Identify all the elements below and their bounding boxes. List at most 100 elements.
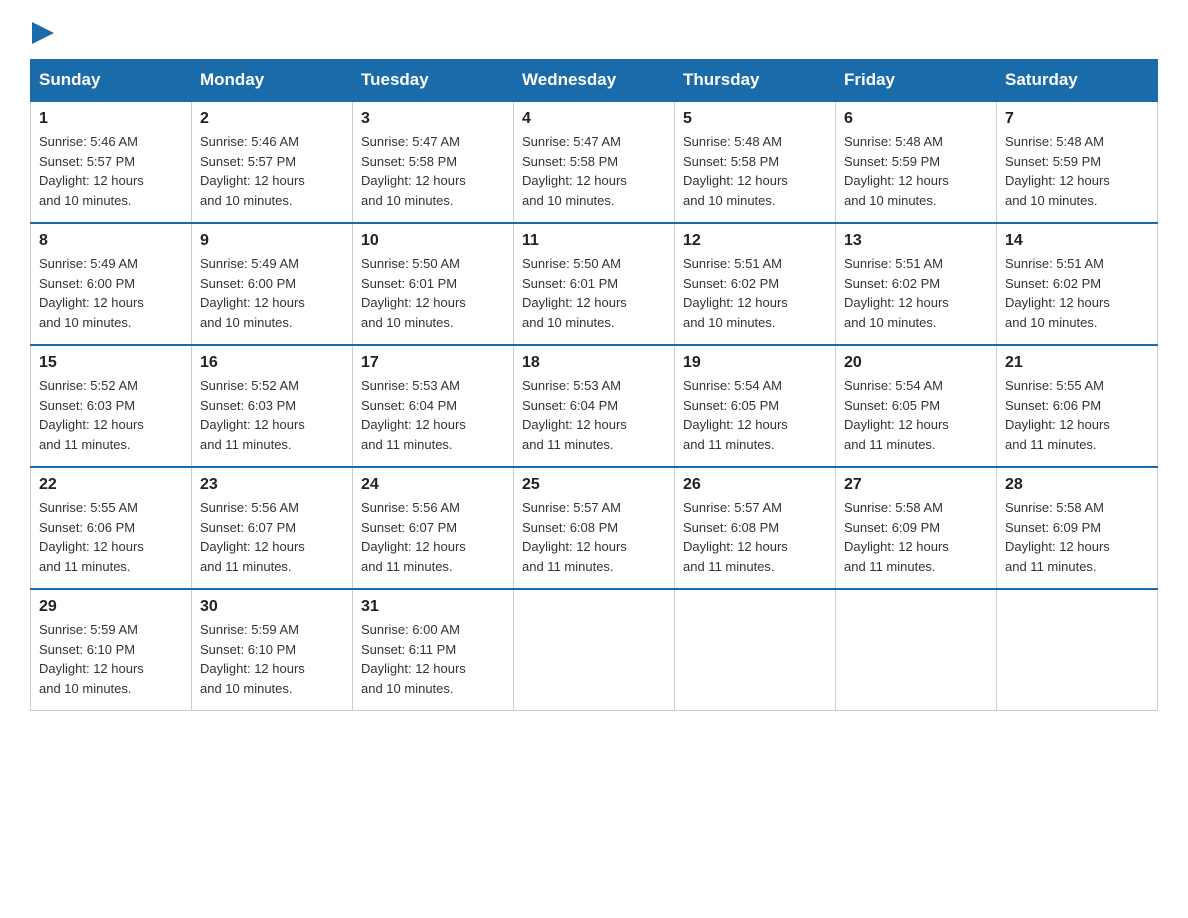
day-number: 3 — [361, 110, 505, 128]
calendar-cell: 5 Sunrise: 5:48 AM Sunset: 5:58 PM Dayli… — [675, 101, 836, 223]
day-number: 12 — [683, 232, 827, 250]
calendar-cell: 28 Sunrise: 5:58 AM Sunset: 6:09 PM Dayl… — [997, 467, 1158, 589]
calendar-cell: 29 Sunrise: 5:59 AM Sunset: 6:10 PM Dayl… — [31, 589, 192, 711]
day-info: Sunrise: 5:47 AM Sunset: 5:58 PM Dayligh… — [361, 132, 505, 210]
day-number: 28 — [1005, 476, 1149, 494]
day-number: 15 — [39, 354, 183, 372]
day-number: 18 — [522, 354, 666, 372]
day-number: 31 — [361, 598, 505, 616]
day-info: Sunrise: 5:49 AM Sunset: 6:00 PM Dayligh… — [200, 254, 344, 332]
day-info: Sunrise: 5:57 AM Sunset: 6:08 PM Dayligh… — [522, 498, 666, 576]
day-info: Sunrise: 5:57 AM Sunset: 6:08 PM Dayligh… — [683, 498, 827, 576]
calendar-week-row-2: 8 Sunrise: 5:49 AM Sunset: 6:00 PM Dayli… — [31, 223, 1158, 345]
calendar-cell — [836, 589, 997, 711]
day-info: Sunrise: 5:55 AM Sunset: 6:06 PM Dayligh… — [1005, 376, 1149, 454]
day-number: 4 — [522, 110, 666, 128]
day-number: 25 — [522, 476, 666, 494]
day-number: 1 — [39, 110, 183, 128]
day-info: Sunrise: 5:58 AM Sunset: 6:09 PM Dayligh… — [844, 498, 988, 576]
day-info: Sunrise: 5:56 AM Sunset: 6:07 PM Dayligh… — [361, 498, 505, 576]
day-number: 29 — [39, 598, 183, 616]
day-number: 9 — [200, 232, 344, 250]
calendar-header-tuesday: Tuesday — [353, 60, 514, 102]
day-info: Sunrise: 5:46 AM Sunset: 5:57 PM Dayligh… — [200, 132, 344, 210]
calendar-cell: 8 Sunrise: 5:49 AM Sunset: 6:00 PM Dayli… — [31, 223, 192, 345]
day-info: Sunrise: 5:55 AM Sunset: 6:06 PM Dayligh… — [39, 498, 183, 576]
calendar-cell: 20 Sunrise: 5:54 AM Sunset: 6:05 PM Dayl… — [836, 345, 997, 467]
day-info: Sunrise: 5:54 AM Sunset: 6:05 PM Dayligh… — [683, 376, 827, 454]
day-number: 13 — [844, 232, 988, 250]
calendar-cell: 4 Sunrise: 5:47 AM Sunset: 5:58 PM Dayli… — [514, 101, 675, 223]
calendar-cell: 27 Sunrise: 5:58 AM Sunset: 6:09 PM Dayl… — [836, 467, 997, 589]
calendar-table: SundayMondayTuesdayWednesdayThursdayFrid… — [30, 59, 1158, 711]
day-info: Sunrise: 5:53 AM Sunset: 6:04 PM Dayligh… — [522, 376, 666, 454]
day-number: 8 — [39, 232, 183, 250]
calendar-cell — [675, 589, 836, 711]
calendar-cell: 18 Sunrise: 5:53 AM Sunset: 6:04 PM Dayl… — [514, 345, 675, 467]
calendar-cell — [514, 589, 675, 711]
day-info: Sunrise: 5:54 AM Sunset: 6:05 PM Dayligh… — [844, 376, 988, 454]
day-info: Sunrise: 5:48 AM Sunset: 5:59 PM Dayligh… — [844, 132, 988, 210]
day-info: Sunrise: 5:49 AM Sunset: 6:00 PM Dayligh… — [39, 254, 183, 332]
calendar-cell: 24 Sunrise: 5:56 AM Sunset: 6:07 PM Dayl… — [353, 467, 514, 589]
day-number: 30 — [200, 598, 344, 616]
day-info: Sunrise: 5:59 AM Sunset: 6:10 PM Dayligh… — [39, 620, 183, 698]
calendar-cell: 22 Sunrise: 5:55 AM Sunset: 6:06 PM Dayl… — [31, 467, 192, 589]
calendar-cell: 3 Sunrise: 5:47 AM Sunset: 5:58 PM Dayli… — [353, 101, 514, 223]
calendar-header-thursday: Thursday — [675, 60, 836, 102]
logo — [30, 20, 54, 49]
day-number: 19 — [683, 354, 827, 372]
calendar-cell: 12 Sunrise: 5:51 AM Sunset: 6:02 PM Dayl… — [675, 223, 836, 345]
calendar-week-row-4: 22 Sunrise: 5:55 AM Sunset: 6:06 PM Dayl… — [31, 467, 1158, 589]
day-info: Sunrise: 5:59 AM Sunset: 6:10 PM Dayligh… — [200, 620, 344, 698]
calendar-header-wednesday: Wednesday — [514, 60, 675, 102]
calendar-cell: 1 Sunrise: 5:46 AM Sunset: 5:57 PM Dayli… — [31, 101, 192, 223]
day-number: 10 — [361, 232, 505, 250]
calendar-cell: 25 Sunrise: 5:57 AM Sunset: 6:08 PM Dayl… — [514, 467, 675, 589]
day-info: Sunrise: 5:48 AM Sunset: 5:58 PM Dayligh… — [683, 132, 827, 210]
calendar-cell: 31 Sunrise: 6:00 AM Sunset: 6:11 PM Dayl… — [353, 589, 514, 711]
day-info: Sunrise: 5:50 AM Sunset: 6:01 PM Dayligh… — [522, 254, 666, 332]
day-number: 27 — [844, 476, 988, 494]
day-info: Sunrise: 5:51 AM Sunset: 6:02 PM Dayligh… — [844, 254, 988, 332]
day-number: 22 — [39, 476, 183, 494]
calendar-cell: 6 Sunrise: 5:48 AM Sunset: 5:59 PM Dayli… — [836, 101, 997, 223]
day-info: Sunrise: 5:51 AM Sunset: 6:02 PM Dayligh… — [1005, 254, 1149, 332]
day-number: 23 — [200, 476, 344, 494]
calendar-cell: 26 Sunrise: 5:57 AM Sunset: 6:08 PM Dayl… — [675, 467, 836, 589]
day-number: 20 — [844, 354, 988, 372]
day-info: Sunrise: 5:46 AM Sunset: 5:57 PM Dayligh… — [39, 132, 183, 210]
calendar-cell: 10 Sunrise: 5:50 AM Sunset: 6:01 PM Dayl… — [353, 223, 514, 345]
day-number: 6 — [844, 110, 988, 128]
day-number: 16 — [200, 354, 344, 372]
day-number: 5 — [683, 110, 827, 128]
day-info: Sunrise: 5:58 AM Sunset: 6:09 PM Dayligh… — [1005, 498, 1149, 576]
calendar-header-monday: Monday — [192, 60, 353, 102]
calendar-cell: 19 Sunrise: 5:54 AM Sunset: 6:05 PM Dayl… — [675, 345, 836, 467]
day-info: Sunrise: 5:47 AM Sunset: 5:58 PM Dayligh… — [522, 132, 666, 210]
logo-arrow-icon — [32, 22, 54, 44]
calendar-cell — [997, 589, 1158, 711]
calendar-cell: 23 Sunrise: 5:56 AM Sunset: 6:07 PM Dayl… — [192, 467, 353, 589]
day-number: 24 — [361, 476, 505, 494]
calendar-cell: 11 Sunrise: 5:50 AM Sunset: 6:01 PM Dayl… — [514, 223, 675, 345]
day-number: 2 — [200, 110, 344, 128]
calendar-week-row-1: 1 Sunrise: 5:46 AM Sunset: 5:57 PM Dayli… — [31, 101, 1158, 223]
calendar-cell: 9 Sunrise: 5:49 AM Sunset: 6:00 PM Dayli… — [192, 223, 353, 345]
day-info: Sunrise: 5:56 AM Sunset: 6:07 PM Dayligh… — [200, 498, 344, 576]
day-info: Sunrise: 6:00 AM Sunset: 6:11 PM Dayligh… — [361, 620, 505, 698]
calendar-cell: 7 Sunrise: 5:48 AM Sunset: 5:59 PM Dayli… — [997, 101, 1158, 223]
day-number: 14 — [1005, 232, 1149, 250]
page-header — [30, 20, 1158, 49]
day-info: Sunrise: 5:52 AM Sunset: 6:03 PM Dayligh… — [39, 376, 183, 454]
calendar-week-row-5: 29 Sunrise: 5:59 AM Sunset: 6:10 PM Dayl… — [31, 589, 1158, 711]
calendar-week-row-3: 15 Sunrise: 5:52 AM Sunset: 6:03 PM Dayl… — [31, 345, 1158, 467]
day-number: 7 — [1005, 110, 1149, 128]
day-number: 26 — [683, 476, 827, 494]
day-info: Sunrise: 5:53 AM Sunset: 6:04 PM Dayligh… — [361, 376, 505, 454]
calendar-cell: 2 Sunrise: 5:46 AM Sunset: 5:57 PM Dayli… — [192, 101, 353, 223]
day-info: Sunrise: 5:50 AM Sunset: 6:01 PM Dayligh… — [361, 254, 505, 332]
calendar-header-row: SundayMondayTuesdayWednesdayThursdayFrid… — [31, 60, 1158, 102]
calendar-cell: 16 Sunrise: 5:52 AM Sunset: 6:03 PM Dayl… — [192, 345, 353, 467]
calendar-cell: 14 Sunrise: 5:51 AM Sunset: 6:02 PM Dayl… — [997, 223, 1158, 345]
